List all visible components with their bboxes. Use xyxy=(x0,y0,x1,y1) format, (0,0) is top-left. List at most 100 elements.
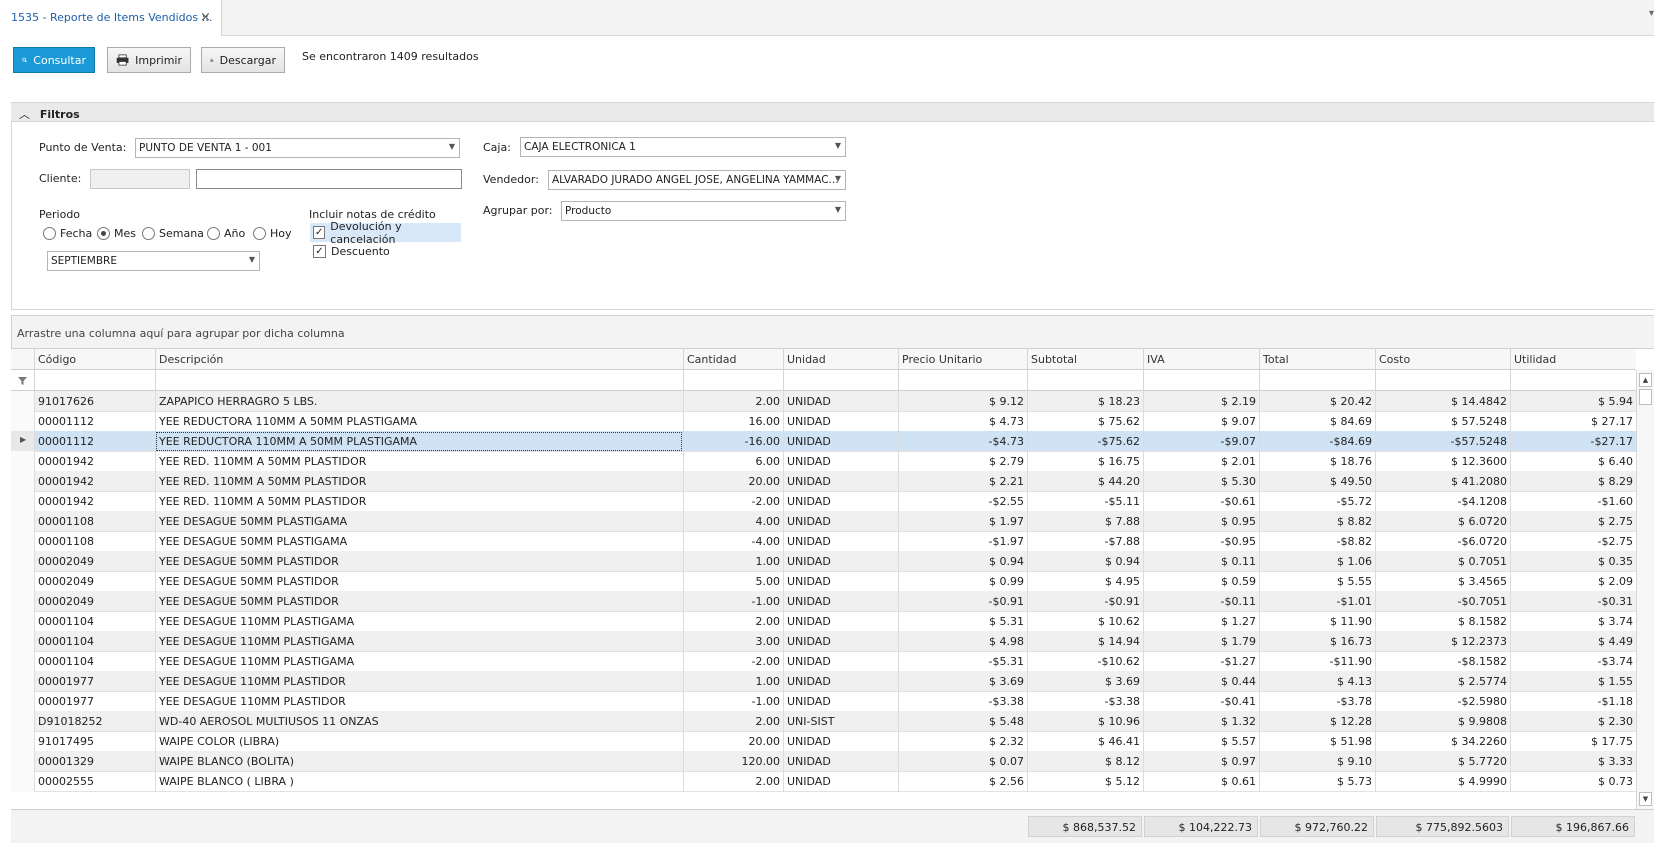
cell-cantidad[interactable]: -4.00 xyxy=(683,531,783,552)
cell-costo[interactable]: $ 41.2080 xyxy=(1375,471,1510,492)
cell-utilidad[interactable]: $ 17.75 xyxy=(1510,731,1636,752)
table-row[interactable]: 00001104 YEE DESAGUE 110MM PLASTIGAMA 2.00… xyxy=(11,611,1636,632)
cell-total[interactable]: $ 1.06 xyxy=(1259,551,1375,572)
chevron-down-icon[interactable]: ▼ xyxy=(249,255,255,264)
cell-utilidad[interactable]: $ 2.30 xyxy=(1510,711,1636,732)
cell-precio-unitario[interactable]: $ 2.56 xyxy=(898,771,1027,792)
row-indicator[interactable] xyxy=(11,531,34,552)
row-indicator[interactable] xyxy=(11,711,34,732)
cell-codigo[interactable]: 00001112 xyxy=(34,431,155,452)
cell-cantidad[interactable]: 2.00 xyxy=(683,771,783,792)
cell-precio-unitario[interactable]: $ 4.73 xyxy=(898,411,1027,432)
chevron-down-icon[interactable]: ▼ xyxy=(835,141,841,150)
cell-costo[interactable]: -$0.7051 xyxy=(1375,591,1510,612)
cell-costo[interactable]: $ 8.1582 xyxy=(1375,611,1510,632)
cell-cantidad[interactable]: 120.00 xyxy=(683,751,783,772)
cell-iva[interactable]: -$1.27 xyxy=(1143,651,1259,672)
cell-descripcion[interactable]: YEE DESAGUE 110MM PLASTIGAMA xyxy=(155,611,683,632)
cell-unidad[interactable]: UNIDAD xyxy=(783,671,898,692)
mes-select[interactable]: SEPTIEMBRE ▼ xyxy=(47,251,260,271)
cell-unidad[interactable]: UNIDAD xyxy=(783,691,898,712)
cell-costo[interactable]: $ 12.3600 xyxy=(1375,451,1510,472)
row-indicator[interactable] xyxy=(11,511,34,532)
cell-descripcion[interactable]: YEE DESAGUE 50MM PLASTIGAMA xyxy=(155,531,683,552)
cell-utilidad[interactable]: $ 1.55 xyxy=(1510,671,1636,692)
cell-precio-unitario[interactable]: $ 2.21 xyxy=(898,471,1027,492)
table-row[interactable]: D91018252 WD-40 AEROSOL MULTIUSOS 11 ONZA… xyxy=(11,711,1636,732)
cell-iva[interactable]: -$0.95 xyxy=(1143,531,1259,552)
table-row[interactable]: ▶ 00001112 YEE REDUCTORA 110MM A 50MM PLAS… xyxy=(11,431,1636,452)
cell-cantidad[interactable]: -1.00 xyxy=(683,691,783,712)
cell-subtotal[interactable]: $ 3.69 xyxy=(1027,671,1143,692)
radio-semana[interactable]: Semana xyxy=(142,227,204,240)
cell-precio-unitario[interactable]: $ 3.69 xyxy=(898,671,1027,692)
cliente-code-field[interactable] xyxy=(90,169,190,189)
cell-descripcion[interactable]: YEE DESAGUE 50MM PLASTIGAMA xyxy=(155,511,683,532)
cell-utilidad[interactable]: $ 8.29 xyxy=(1510,471,1636,492)
cell-iva[interactable]: $ 9.07 xyxy=(1143,411,1259,432)
cell-utilidad[interactable]: -$0.31 xyxy=(1510,591,1636,612)
cell-costo[interactable]: $ 5.7720 xyxy=(1375,751,1510,772)
cell-unidad[interactable]: UNIDAD xyxy=(783,391,898,412)
cell-unidad[interactable]: UNIDAD xyxy=(783,611,898,632)
column-header-codigo[interactable]: Código xyxy=(34,349,155,370)
cell-subtotal[interactable]: $ 10.62 xyxy=(1027,611,1143,632)
filter-cell-costo[interactable] xyxy=(1375,370,1510,391)
cell-costo[interactable]: $ 57.5248 xyxy=(1375,411,1510,432)
table-row[interactable]: 00001329 WAIPE BLANCO (BOLITA) 120.00 UNIDA… xyxy=(11,751,1636,772)
cell-descripcion[interactable]: YEE RED. 110MM A 50MM PLASTIDOR xyxy=(155,491,683,512)
radio-hoy[interactable]: Hoy xyxy=(253,227,292,240)
cell-cantidad[interactable]: 2.00 xyxy=(683,391,783,412)
cell-costo[interactable]: $ 6.0720 xyxy=(1375,511,1510,532)
radio-ano-circle[interactable] xyxy=(207,227,220,240)
cell-total[interactable]: -$11.90 xyxy=(1259,651,1375,672)
table-row[interactable]: 00002555 WAIPE BLANCO ( LIBRA ) 2.00 UNIDAD… xyxy=(11,771,1636,792)
check-icon[interactable]: ✓ xyxy=(313,245,326,258)
filter-cell-subtotal[interactable] xyxy=(1027,370,1143,391)
cell-precio-unitario[interactable]: $ 2.32 xyxy=(898,731,1027,752)
cell-precio-unitario[interactable]: $ 5.31 xyxy=(898,611,1027,632)
column-header-precio-unitario[interactable]: Precio Unitario xyxy=(898,349,1027,370)
row-indicator[interactable] xyxy=(11,631,34,652)
cell-unidad[interactable]: UNIDAD xyxy=(783,511,898,532)
cell-subtotal[interactable]: -$5.11 xyxy=(1027,491,1143,512)
cell-utilidad[interactable]: -$1.60 xyxy=(1510,491,1636,512)
scroll-down-icon[interactable]: ▼ xyxy=(1639,792,1652,806)
cell-unidad[interactable]: UNIDAD xyxy=(783,651,898,672)
table-row[interactable]: 00001104 YEE DESAGUE 110MM PLASTIGAMA -2.0… xyxy=(11,651,1636,672)
cell-descripcion[interactable]: YEE DESAGUE 110MM PLASTIGAMA xyxy=(155,631,683,652)
cell-costo[interactable]: -$6.0720 xyxy=(1375,531,1510,552)
cell-iva[interactable]: $ 0.61 xyxy=(1143,771,1259,792)
tab-reporte-items[interactable]: 1535 - Reporte de Items Vendidos ::. × xyxy=(0,0,222,36)
chevron-down-icon[interactable]: ▼ xyxy=(449,142,455,151)
cell-unidad[interactable]: UNIDAD xyxy=(783,491,898,512)
table-row[interactable]: 91017495 WAIPE COLOR (LIBRA) 20.00 UNIDAD $ … xyxy=(11,731,1636,752)
cell-unidad[interactable]: UNIDAD xyxy=(783,571,898,592)
row-indicator[interactable] xyxy=(11,591,34,612)
cell-total[interactable]: -$1.01 xyxy=(1259,591,1375,612)
cell-iva[interactable]: $ 0.95 xyxy=(1143,511,1259,532)
cell-subtotal[interactable]: $ 14.94 xyxy=(1027,631,1143,652)
cell-unidad[interactable]: UNIDAD xyxy=(783,591,898,612)
cell-total[interactable]: -$3.78 xyxy=(1259,691,1375,712)
row-indicator[interactable] xyxy=(11,571,34,592)
cell-cantidad[interactable]: -2.00 xyxy=(683,491,783,512)
cell-utilidad[interactable]: $ 3.74 xyxy=(1510,611,1636,632)
row-indicator[interactable] xyxy=(11,471,34,492)
cell-codigo[interactable]: 00001104 xyxy=(34,631,155,652)
cell-unidad[interactable]: UNIDAD xyxy=(783,751,898,772)
cell-costo[interactable]: -$4.1208 xyxy=(1375,491,1510,512)
cell-cantidad[interactable]: 16.00 xyxy=(683,411,783,432)
scroll-thumb[interactable] xyxy=(1639,389,1652,405)
column-header-subtotal[interactable]: Subtotal xyxy=(1027,349,1143,370)
cell-subtotal[interactable]: $ 5.12 xyxy=(1027,771,1143,792)
cell-unidad[interactable]: UNIDAD xyxy=(783,431,898,452)
cell-descripcion[interactable]: WAIPE COLOR (LIBRA) xyxy=(155,731,683,752)
column-header-costo[interactable]: Costo xyxy=(1375,349,1510,370)
cell-codigo[interactable]: 00001942 xyxy=(34,471,155,492)
column-header-descripcion[interactable]: Descripción xyxy=(155,349,683,370)
cell-precio-unitario[interactable]: -$5.31 xyxy=(898,651,1027,672)
cell-descripcion[interactable]: YEE RED. 110MM A 50MM PLASTIDOR xyxy=(155,451,683,472)
group-panel[interactable]: Arrastre una columna aquí para agrupar p… xyxy=(11,315,1654,349)
cell-descripcion[interactable]: YEE DESAGUE 110MM PLASTIDOR xyxy=(155,691,683,712)
